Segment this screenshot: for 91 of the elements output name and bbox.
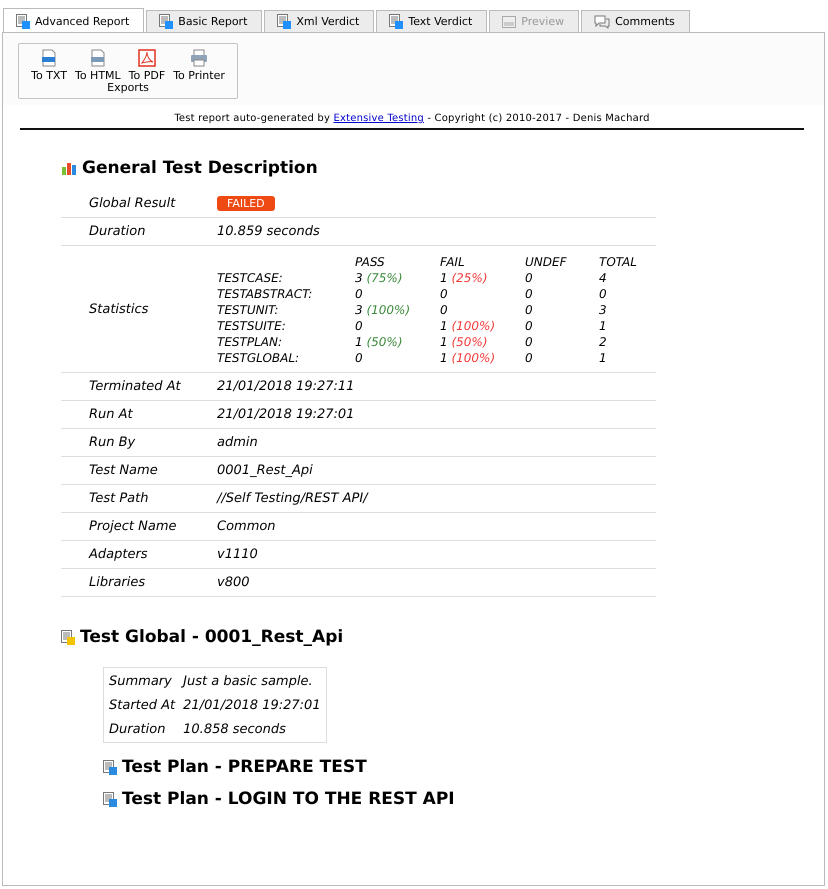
field-label: Run At xyxy=(89,407,133,422)
bar-chart-icon xyxy=(61,161,77,175)
field-label: Libraries xyxy=(89,575,146,590)
table-cell-text: 2 xyxy=(599,334,608,350)
row-label: TESTABSTRACT: xyxy=(217,286,314,302)
field-value: 10.859 seconds xyxy=(217,224,320,239)
field-label: Started At xyxy=(109,698,176,713)
column-header: TOTAL xyxy=(599,254,638,270)
field-value: 21/01/2018 19:27:01 xyxy=(217,407,354,422)
field-label: Duration xyxy=(109,722,166,737)
export-button[interactable]: To PDF xyxy=(126,49,168,82)
status-badge: FAILED xyxy=(217,196,275,211)
tab[interactable]: Comments xyxy=(581,10,690,32)
field-label: Test Name xyxy=(89,463,158,478)
table-cell-text: 0 xyxy=(525,286,534,302)
field-value: //Self Testing/REST API/ xyxy=(217,491,368,506)
pdf-icon xyxy=(138,49,156,67)
export-button[interactable]: To Printer xyxy=(170,49,228,82)
table-cell: 0 xyxy=(525,270,599,286)
row-label: TESTUNIT: xyxy=(217,302,355,318)
web-file-icon xyxy=(88,49,107,67)
field-value: 21/01/2018 19:27:01 xyxy=(183,698,321,713)
column-header: FAIL xyxy=(440,254,466,270)
export-button[interactable]: To HTML xyxy=(72,49,124,82)
tab[interactable]: Basic Report xyxy=(146,10,262,32)
field-value: 21/01/2018 19:27:11 xyxy=(217,379,354,394)
section-title: Test Plan - LOGIN TO THE REST API xyxy=(122,789,455,809)
field-label: Statistics xyxy=(89,302,148,316)
document-icon xyxy=(16,14,30,28)
table-cell: 0 xyxy=(525,334,599,350)
table-cell-text: 3 (100%) xyxy=(355,302,412,318)
field-label: Terminated At xyxy=(89,379,181,394)
section-title: Test Plan - PREPARE TEST xyxy=(122,757,367,777)
document-icon xyxy=(159,14,174,29)
field-value: Just a basic sample. xyxy=(183,674,314,689)
text-file-icon xyxy=(40,49,58,67)
image-icon xyxy=(502,16,516,28)
section-title: Test Global - 0001_Rest_Api xyxy=(80,627,344,647)
table-cell-text: 0 xyxy=(440,286,449,302)
table-cell-text: 1 (50%) xyxy=(355,334,404,350)
table-cell-text: 1 (25%) xyxy=(440,270,489,286)
report-credit: Test report auto-generated by Extensive Testing - Copyright (c) 2010-2017 - Denis Machard xyxy=(20,111,804,130)
field-label: Duration xyxy=(89,224,146,239)
table-cell-text: 0 xyxy=(355,350,364,366)
table-cell-text: 0 xyxy=(355,286,364,302)
link[interactable]: Extensive Testing xyxy=(334,113,424,124)
field-value: v1110 xyxy=(217,547,258,562)
field-label: Test Path xyxy=(89,491,148,506)
field-label: Global Result xyxy=(89,196,176,211)
table-cell-text: 4 xyxy=(599,270,608,286)
table-cell-text: 3 xyxy=(599,302,608,318)
column-header: UNDEF xyxy=(525,254,568,270)
tab[interactable]: Text Verdict xyxy=(376,10,488,32)
document-icon xyxy=(61,630,75,644)
row-label: TESTCASE: xyxy=(217,270,355,286)
field-value: 0001_Rest_Api xyxy=(217,463,313,478)
column-header: PASS xyxy=(355,254,440,270)
document-icon xyxy=(103,792,117,806)
field-value: admin xyxy=(217,435,258,450)
table-cell-text: 1 xyxy=(599,318,608,334)
section-title: General Test Description xyxy=(82,158,318,178)
row-label: TESTGLOBAL: xyxy=(217,350,300,366)
field-label: Project Name xyxy=(89,519,176,534)
field-label: Run By xyxy=(89,435,136,450)
tab[interactable]: Advanced Report xyxy=(3,8,144,33)
table-cell-text: 0 xyxy=(525,318,534,334)
table-cell-text: 1 (100%) xyxy=(440,318,496,334)
document-icon xyxy=(103,760,117,774)
table-cell-text: 1 xyxy=(599,350,608,366)
table-cell: 0 xyxy=(525,302,599,318)
field-label: Adapters xyxy=(89,547,148,562)
field-label: Summary xyxy=(109,674,173,689)
table-cell-text: 1 (50%) xyxy=(440,334,489,350)
table-cell-text: 0 xyxy=(599,286,608,302)
field-value: 10.858 seconds xyxy=(183,722,287,737)
field-value: v800 xyxy=(217,575,250,590)
printer-icon xyxy=(190,49,208,67)
tab[interactable]: Xml Verdict xyxy=(264,10,374,32)
export-button[interactable]: To TXT xyxy=(28,49,70,82)
table-cell-text: 3 (75%) xyxy=(355,270,404,286)
document-icon xyxy=(389,14,404,29)
field-value: Common xyxy=(217,519,276,534)
row-label: TESTPLAN: xyxy=(217,334,284,350)
table-cell-text: 0 xyxy=(440,302,449,318)
table-cell-text: 1 (100%) xyxy=(440,350,496,366)
chat-icon xyxy=(594,14,610,28)
document-icon xyxy=(277,14,292,29)
row-label: TESTSUITE: xyxy=(217,318,287,334)
table-cell-text: 0 xyxy=(355,318,364,334)
group-title: Exports xyxy=(107,81,149,94)
table-cell-text: 0 xyxy=(525,350,534,366)
